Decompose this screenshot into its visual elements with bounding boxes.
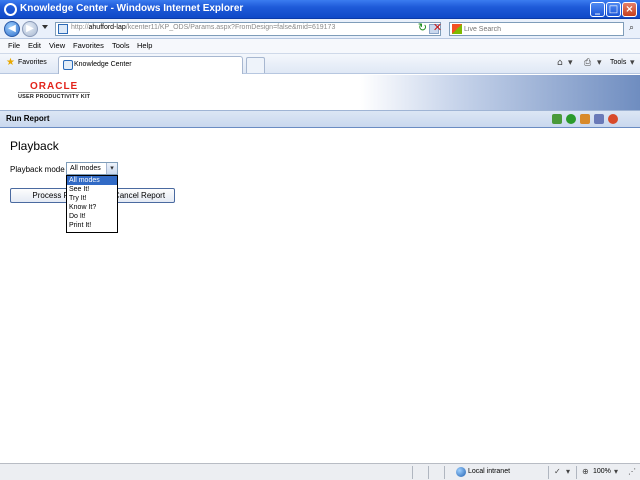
menu-tools[interactable]: Tools [112,41,130,50]
zoom-icon[interactable]: ⊕ [582,467,589,476]
playback-mode-value: All modes [70,165,101,172]
option-do-it[interactable]: Do It! [67,212,117,221]
menu-help[interactable]: Help [137,41,152,50]
security-zone-label: Local intranet [468,468,511,475]
address-toolbar: ◀ ▶ http://ahufford-lap/kcenter11/KP_ODS… [0,19,640,39]
resize-grip-icon[interactable]: ⋰ [628,467,636,476]
page-header-title: Run Report [6,114,50,123]
zone-globe-icon [456,467,466,477]
page-title: Playback [10,139,59,153]
search-box[interactable] [449,22,624,36]
option-print-it[interactable]: Print It! [67,221,117,230]
menu-edit[interactable]: Edit [28,41,41,50]
address-url[interactable]: http://ahufford-lap/kcenter11/KP_ODS/Par… [71,24,335,31]
report-header-bar: Run Report [0,110,640,128]
status-divider [412,466,413,479]
stop-icon[interactable]: ✕ [431,22,444,35]
go-icon[interactable] [566,114,576,124]
menu-file[interactable]: File [8,41,20,50]
option-try-it[interactable]: Try It! [67,194,117,203]
menu-view[interactable]: View [49,41,65,50]
print-icon[interactable]: ⎙ [584,58,591,68]
playback-mode-select[interactable]: All modes ▾ [66,162,118,175]
status-divider [428,466,429,479]
new-tab-button[interactable] [246,57,265,73]
zoom-level[interactable]: 100% [593,468,611,475]
status-divider [576,466,577,479]
favorites-button[interactable]: Favorites [18,59,47,66]
status-bar: Local intranet ✓ ▾ ⊕ 100% ▾ ⋰ [0,463,640,480]
print-dropdown-icon[interactable]: ▾ [597,58,602,68]
forward-button[interactable]: ▶ [22,21,38,37]
minimize-button[interactable]: _ [590,2,605,17]
search-input[interactable] [464,23,619,35]
address-bar[interactable]: http://ahufford-lap/kcenter11/KP_ODS/Par… [55,22,441,36]
status-divider [548,466,549,479]
live-search-logo-icon [452,24,462,34]
option-see-it[interactable]: See It! [67,185,117,194]
help-icon[interactable] [594,114,604,124]
tab-page-icon [63,60,73,70]
edit-icon[interactable] [552,114,562,124]
title-bar: Knowledge Center - Windows Internet Expl… [0,0,640,19]
protected-mode-icon[interactable]: ✓ [554,467,561,476]
menu-favorites[interactable]: Favorites [73,41,104,50]
recent-pages-dropdown-icon[interactable] [42,25,48,29]
upk-logo-text: USER PRODUCTIVITY KIT [18,94,91,100]
oracle-logo: ORACLE [30,81,79,92]
menu-bar: File Edit View Favorites Tools Help [0,39,640,54]
tools-button[interactable]: Tools [610,59,626,66]
favorites-bar: ★ Favorites Knowledge Center ⌂ ▾ ⎙ ▾ Too… [0,54,640,74]
option-know-it[interactable]: Know It? [67,203,117,212]
back-button[interactable]: ◀ [4,21,20,37]
banner-gradient [360,75,640,110]
playback-mode-label: Playback mode [10,165,65,174]
zoom-dropdown-icon[interactable]: ▾ [614,467,618,476]
home-icon[interactable]: ⌂ [557,58,563,68]
tab-knowledge-center[interactable]: Knowledge Center [58,56,243,74]
favorites-star-icon[interactable]: ★ [6,58,15,68]
close-button[interactable]: × [622,2,637,17]
refresh-icon[interactable]: ↻ [416,22,429,35]
status-dropdown-icon[interactable]: ▾ [566,467,570,476]
logout-icon[interactable] [608,114,618,124]
option-all-modes[interactable]: All modes [67,176,117,185]
home-page-icon[interactable] [580,114,590,124]
ie-logo-icon [4,3,17,16]
logo-divider [18,92,90,93]
status-divider [444,466,445,479]
browser-window: Knowledge Center - Windows Internet Expl… [0,0,640,480]
page-banner [0,75,640,110]
search-icon[interactable]: ⌕ [626,23,637,35]
chevron-down-icon[interactable]: ▾ [106,163,117,174]
maximize-button[interactable]: □ [606,2,621,17]
tab-label: Knowledge Center [74,61,132,68]
tools-dropdown-icon[interactable]: ▾ [630,58,635,68]
home-dropdown-icon[interactable]: ▾ [568,58,573,68]
page-icon [58,24,68,34]
playback-mode-options: All modes See It! Try It! Know It? Do It… [66,175,118,233]
window-title: Knowledge Center - Windows Internet Expl… [20,3,244,14]
